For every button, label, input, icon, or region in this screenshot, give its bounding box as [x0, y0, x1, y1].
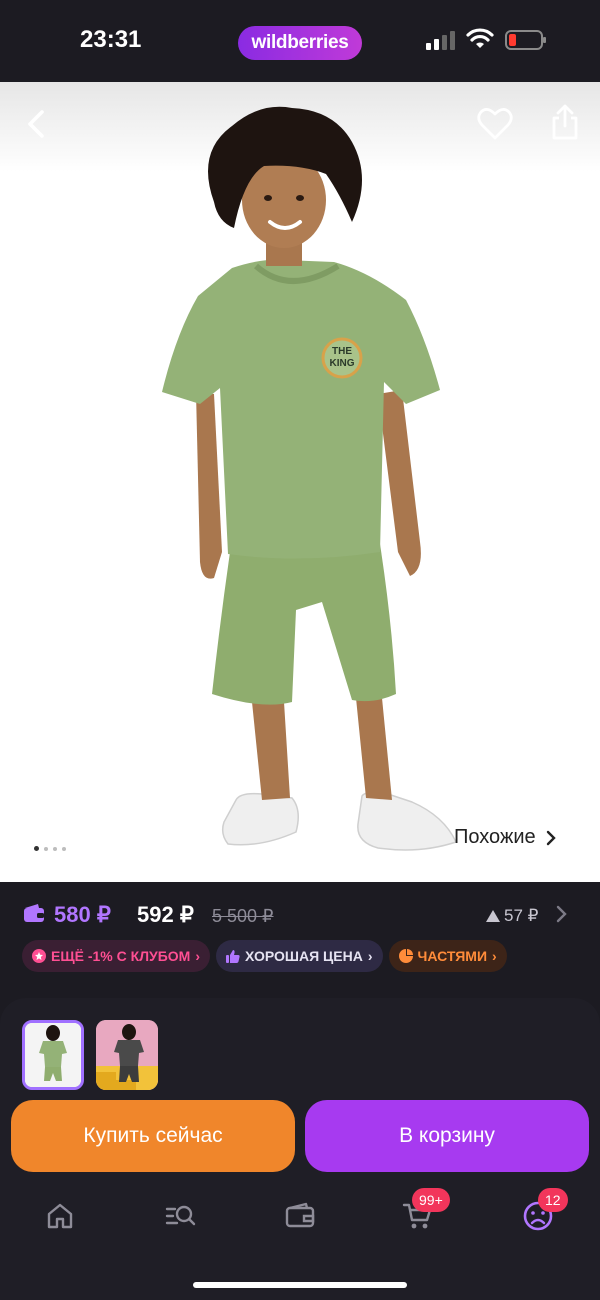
buy-now-button[interactable]: Купить сейчас — [11, 1100, 295, 1172]
add-to-cart-button[interactable]: В корзину — [305, 1100, 589, 1172]
promo-badges: ЕЩЁ -1% С КЛУБОМ › ХОРОШАЯ ЦЕНА › ЧАСТЯМ… — [22, 940, 507, 972]
status-bar: 23:31 wildberries — [0, 0, 600, 82]
tab-wallet[interactable] — [284, 1200, 324, 1240]
heart-icon[interactable] — [476, 106, 514, 142]
good-price-label: ХОРОШАЯ ЦЕНА — [245, 948, 363, 964]
chevron-right-icon: › — [367, 948, 373, 964]
chevron-right-icon: › — [195, 948, 201, 964]
product-photo: THE KING — [162, 106, 458, 851]
tab-catalog[interactable] — [164, 1200, 204, 1240]
pagination-dot-active — [34, 846, 39, 851]
price-change-value: 57 ₽ — [504, 906, 539, 925]
brand-logo[interactable]: wildberries — [238, 26, 362, 60]
tab-profile[interactable]: 12 — [522, 1188, 568, 1240]
home-indicator — [193, 1282, 407, 1288]
price-change[interactable]: 57 ₽ — [486, 906, 538, 926]
installments-label: ЧАСТЯМИ — [417, 948, 488, 964]
old-price: 5 500 ₽ — [212, 906, 274, 926]
star-icon — [32, 949, 46, 963]
bottom-sheet: Купить сейчас В корзину — [0, 998, 600, 1300]
installments-badge[interactable]: ЧАСТЯМИ › — [388, 940, 507, 972]
club-badge-label: ЕЩЁ -1% С КЛУБОМ — [51, 948, 191, 964]
good-price-badge[interactable]: ХОРОШАЯ ЦЕНА › — [216, 940, 383, 972]
cart-count-badge: 99+ — [412, 1188, 450, 1212]
product-gallery[interactable]: THE KING Похожие — [0, 82, 600, 882]
tab-bar: 99+ 12 — [0, 1188, 600, 1250]
signal-icon — [426, 31, 455, 50]
svg-text:THE: THE — [332, 346, 352, 357]
chevron-right-icon: › — [492, 948, 497, 964]
thumbnail-image — [25, 1023, 81, 1087]
status-time: 23:31 — [80, 26, 142, 53]
svg-text:KING: KING — [330, 358, 355, 369]
back-icon[interactable] — [18, 104, 54, 144]
thumbs-up-icon — [226, 950, 240, 963]
pagination-dot — [53, 846, 57, 851]
club-discount-badge[interactable]: ЕЩЁ -1% С КЛУБОМ › — [22, 940, 211, 972]
wallet-price: 580 ₽ — [54, 902, 111, 927]
home-icon — [47, 1203, 73, 1229]
wallet-icon — [24, 904, 44, 922]
pagination-dot — [44, 846, 48, 851]
current-price: 592 ₽ — [137, 902, 194, 927]
gallery-pagination — [34, 846, 66, 851]
pagination-dot — [62, 846, 66, 851]
similar-label: Похожие — [454, 826, 536, 848]
tab-cart[interactable]: 99+ — [402, 1188, 450, 1240]
battery-icon — [505, 30, 546, 50]
profile-notifications-badge: 12 — [538, 1188, 568, 1212]
price-panel: 580 ₽ 592 ₽ 5 500 ₽ 57 ₽ ЕЩЁ -1% С КЛУБО… — [0, 882, 600, 988]
variant-thumbnail-green[interactable] — [22, 1020, 84, 1090]
share-icon[interactable] — [548, 102, 582, 142]
triangle-up-icon — [486, 910, 500, 922]
thumbnail-image — [96, 1020, 158, 1090]
chevron-right-icon[interactable] — [554, 904, 568, 924]
similar-products-link[interactable]: Похожие — [454, 826, 556, 849]
wallet-tab-icon — [285, 1202, 315, 1228]
pie-chart-icon — [398, 949, 413, 963]
wifi-icon — [466, 28, 494, 48]
chevron-right-icon — [546, 830, 556, 845]
tab-home[interactable] — [44, 1200, 84, 1240]
search-icon — [165, 1205, 196, 1226]
variant-thumbnail-gray[interactable] — [96, 1020, 158, 1090]
